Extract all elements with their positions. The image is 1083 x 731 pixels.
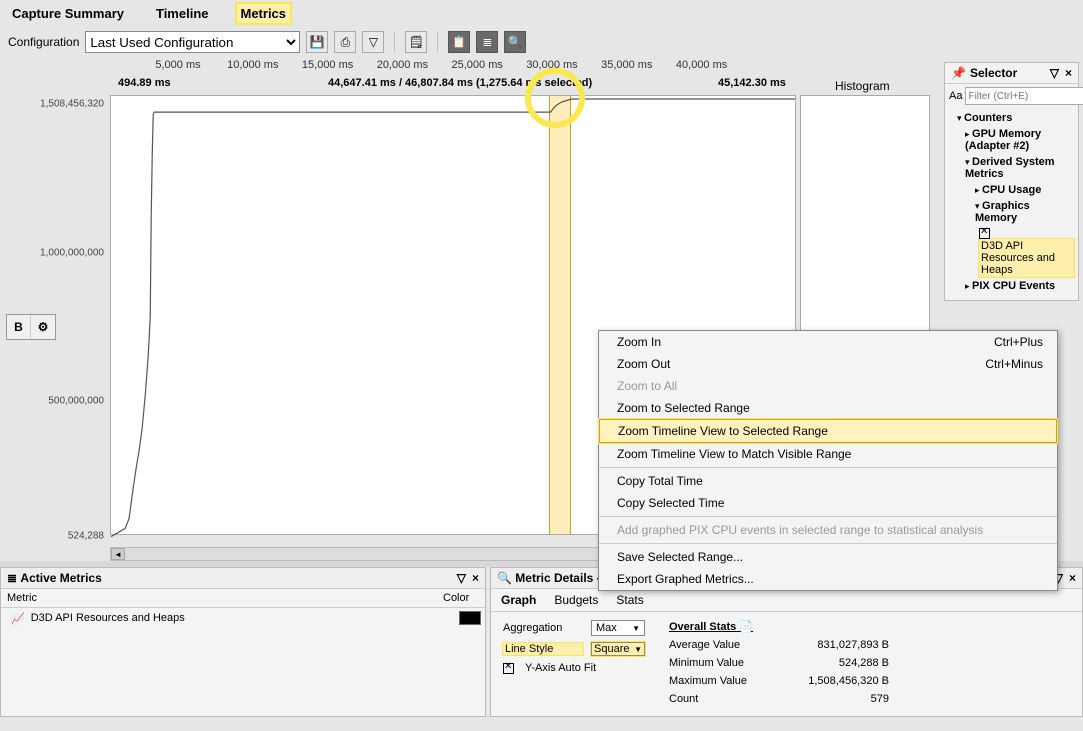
save-as-icon[interactable]: ⎙	[334, 31, 356, 53]
close-icon[interactable]: ×	[1069, 571, 1076, 585]
active-metrics-title: Active Metrics	[20, 571, 101, 585]
tree-pix-cpu[interactable]: PIX CPU Events	[949, 278, 1074, 294]
color-swatch[interactable]	[459, 611, 481, 625]
configuration-select[interactable]: Last Used Configuration	[85, 31, 300, 53]
time-ruler: 5,000 ms 10,000 ms 15,000 ms 20,000 ms 2…	[110, 59, 790, 77]
active-metrics-panel: ≣ Active Metrics ▽ × Metric Color 📈 D3D AP…	[0, 567, 486, 717]
search-icon[interactable]: 🔍	[504, 31, 526, 53]
tab-stats[interactable]: Stats	[616, 593, 643, 607]
clipboard-icon[interactable]: 📋	[448, 31, 470, 53]
histogram-label: Histogram	[835, 79, 890, 93]
list-icon: ≣	[7, 571, 17, 585]
aggregation-select[interactable]: Max▼	[591, 620, 645, 636]
bold-toggle[interactable]: B	[7, 315, 31, 339]
menu-add-stats: Add graphed PIX CPU events in selected r…	[599, 519, 1057, 541]
active-metric-row[interactable]: 📈 D3D API Resources and Heaps	[1, 608, 485, 628]
line-style-label: Line Style	[503, 643, 583, 655]
notes-icon[interactable]: 🗒	[405, 31, 427, 53]
dropdown-icon[interactable]: ▽	[362, 31, 384, 53]
gear-icon[interactable]: ⚙	[31, 315, 55, 339]
autofit-label: Y-Axis Auto Fit	[525, 662, 596, 674]
col-metric[interactable]: Metric	[1, 589, 437, 607]
separator	[437, 32, 438, 52]
panel-options-icon[interactable]: ▽	[457, 571, 466, 585]
tree-derived-metrics[interactable]: Derived System Metrics	[949, 154, 1074, 182]
menu-zoom-timeline-selected[interactable]: Zoom Timeline View to Selected Range	[599, 419, 1057, 443]
menu-zoom-selected[interactable]: Zoom to Selected Range	[599, 397, 1057, 419]
context-menu: Zoom InCtrl+Plus Zoom OutCtrl+Minus Zoom…	[598, 330, 1058, 591]
search-icon: 🔍	[497, 571, 512, 585]
aggregation-label: Aggregation	[503, 622, 583, 634]
tab-budgets[interactable]: Budgets	[554, 593, 598, 607]
menu-copy-selected[interactable]: Copy Selected Time	[599, 492, 1057, 514]
filter-input[interactable]	[965, 87, 1083, 105]
copy-icon[interactable]: 📄	[739, 621, 753, 633]
list-icon[interactable]: ≣	[476, 31, 498, 53]
menu-export[interactable]: Export Graphed Metrics...	[599, 568, 1057, 590]
tab-timeline[interactable]: Timeline	[152, 4, 213, 23]
chart-icon: 📈	[5, 612, 31, 625]
range-end: 45,142.30 ms	[718, 77, 786, 89]
separator	[394, 32, 395, 52]
menu-copy-total[interactable]: Copy Total Time	[599, 470, 1057, 492]
close-icon[interactable]: ×	[1065, 66, 1072, 80]
save-icon[interactable]: 💾	[306, 31, 328, 53]
range-start: 494.89 ms	[118, 77, 171, 89]
selector-options-icon[interactable]: ▽	[1050, 66, 1059, 80]
plot-side-tools: B ⚙	[6, 314, 56, 340]
tab-graph[interactable]: Graph	[501, 593, 536, 607]
menu-zoom-out[interactable]: Zoom OutCtrl+Minus	[599, 353, 1057, 375]
tree-gpu-memory[interactable]: GPU Memory (Adapter #2)	[949, 126, 1074, 154]
selector-panel: 📌 Selector ▽ × Aa × ▾ Counters GPU Memor…	[944, 62, 1079, 301]
tree-cpu-usage[interactable]: CPU Usage	[949, 182, 1074, 198]
pin-icon[interactable]: 📌	[951, 66, 966, 80]
tab-metrics[interactable]: Metrics	[237, 4, 291, 23]
filter-prefix: Aa	[949, 90, 962, 102]
tree-counters[interactable]: Counters	[949, 110, 1074, 126]
selector-title: Selector	[970, 66, 1017, 80]
range-summary: 44,647.41 ms / 46,807.84 ms (1,275.64 ms…	[328, 77, 592, 89]
overall-stats-label: Overall Stats	[669, 621, 736, 633]
checkbox-icon[interactable]	[979, 228, 990, 239]
menu-save-range[interactable]: Save Selected Range...	[599, 546, 1057, 568]
configuration-label: Configuration	[8, 35, 79, 49]
autofit-checkbox[interactable]	[503, 663, 514, 674]
menu-zoom-in[interactable]: Zoom InCtrl+Plus	[599, 331, 1057, 353]
menu-zoom-timeline-visible[interactable]: Zoom Timeline View to Match Visible Rang…	[599, 443, 1057, 465]
scroll-left-icon[interactable]: ◄	[111, 548, 125, 560]
tree-d3d-api[interactable]: D3D API Resources and Heaps	[949, 226, 1074, 278]
col-color[interactable]: Color	[437, 589, 485, 607]
tree-graphics-memory[interactable]: Graphics Memory	[949, 198, 1074, 226]
close-icon[interactable]: ×	[472, 571, 479, 585]
tab-capture-summary[interactable]: Capture Summary	[8, 4, 128, 23]
menu-zoom-all: Zoom to All	[599, 375, 1057, 397]
line-style-select[interactable]: Square▼	[591, 642, 645, 656]
